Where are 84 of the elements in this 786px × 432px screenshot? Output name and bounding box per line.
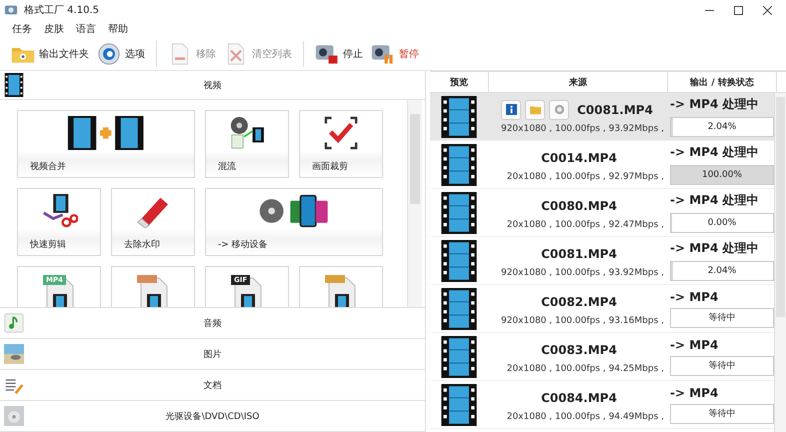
gear-icon <box>554 104 565 115</box>
file-name: C0081.MP4 <box>541 246 617 260</box>
menu-item[interactable]: 帮助 <box>108 22 128 36</box>
task-row[interactable]: C0083.MP4 20x1080 , 100.00fps , 94.25Mbps , -> MP4 等待中 <box>430 333 774 381</box>
task-row[interactable]: C0082.MP4 920x1080 , 100.00fps , 93.16Mbps , -> MP4 等待中 <box>430 285 774 333</box>
file-details: 920x1080 , 100.00fps , 93.16Mbps , <box>500 316 665 326</box>
output-format: -> MP4 <box>670 338 720 352</box>
tool-tile[interactable]: 快速剪辑 <box>17 188 101 256</box>
tool-tile[interactable]: 视频合并 <box>17 110 195 178</box>
progress-bar: 等待中 <box>670 308 774 328</box>
crop-check-icon <box>324 116 358 150</box>
task-row[interactable]: C0084.MP4 20x1080 , 100.00fps , 94.49Mbps , -> MP4 等待中 <box>430 381 774 429</box>
menu-item[interactable]: 语言 <box>76 22 96 36</box>
output-format: -> MP4 <box>670 386 720 400</box>
menu-item[interactable]: 任务 <box>12 22 32 36</box>
file-name: C0081.MP4 <box>577 102 653 116</box>
tool-tile[interactable]: -> 移动设备 <box>205 188 383 256</box>
landscape-photo-icon <box>4 342 24 366</box>
film-strip-icon <box>441 144 477 186</box>
progress-bar: 0.00% <box>670 213 774 233</box>
file-details: 20x1080 , 100.00fps , 94.25Mbps , <box>506 364 665 374</box>
output-format: -> MP4 处理中 <box>670 96 760 113</box>
tool-tile[interactable]: 画面裁剪 <box>299 110 383 178</box>
info-icon <box>506 104 517 115</box>
file-name: C0082.MP4 <box>541 294 617 308</box>
info-button[interactable] <box>501 100 522 120</box>
category-header[interactable]: 文档 <box>0 370 425 401</box>
settings-icon <box>97 43 121 65</box>
reel-and-film-icon <box>228 116 266 150</box>
folder-icon <box>530 104 541 115</box>
column-header[interactable]: 输出 / 转换状态 <box>668 72 777 92</box>
output-format: -> MP4 处理中 <box>670 192 760 209</box>
task-row[interactable]: C0080.MP4 20x1080 , 100.00fps , 92.47Mbps , -> MP4 处理中 0.00% <box>430 189 774 237</box>
scrollbar[interactable] <box>407 100 422 307</box>
film-strip-icon <box>441 288 477 330</box>
film-strip-icon <box>4 73 24 97</box>
music-note-icon <box>4 311 24 335</box>
film-strip-icon <box>441 336 477 378</box>
file-details: 920x1080 , 100.00fps , 93.92Mbps , <box>500 268 665 278</box>
menu-item[interactable]: 皮肤 <box>44 22 64 36</box>
app-icon <box>4 3 18 17</box>
file-name: C0083.MP4 <box>541 342 617 356</box>
tool-tile[interactable]: 混流 <box>205 110 289 178</box>
progress-bar: 等待中 <box>670 404 774 424</box>
film-merge-icon <box>66 116 146 150</box>
window-title: 格式工厂 4.10.5 <box>24 4 99 17</box>
column-header[interactable]: 来源 <box>489 72 668 92</box>
reel-and-phones-icon <box>258 194 330 228</box>
pause-icon <box>371 43 395 65</box>
file-name: C0014.MP4 <box>541 150 617 164</box>
progress-bar: 100.00% <box>670 165 774 185</box>
column-header[interactable]: 预览 <box>430 72 489 92</box>
tool-tile[interactable]: 去除水印 <box>111 188 195 256</box>
close-icon[interactable] <box>763 6 772 14</box>
toolbar-button[interactable]: 选项 <box>94 41 148 67</box>
file-details: 920x1080 , 100.00fps , 93.92Mbps , <box>500 124 665 134</box>
file-name: C0080.MP4 <box>541 198 617 212</box>
output-format: -> MP4 处理中 <box>670 144 760 161</box>
category-header[interactable]: 光驱设备\DVD\CD\ISO <box>0 401 425 432</box>
toolbar-button[interactable]: 输出文件夹 <box>8 41 92 67</box>
stop-icon <box>315 43 339 65</box>
task-row[interactable]: C0081.MP4 920x1080 , 100.00fps , 93.92Mbps , -> MP4 处理中 2.04% <box>430 93 774 141</box>
task-row[interactable]: C0081.MP4 920x1080 , 100.00fps , 93.92Mbps , -> MP4 处理中 2.04% <box>430 237 774 285</box>
category-header[interactable]: 视频 <box>0 71 425 100</box>
category-header[interactable]: 音频 <box>0 308 425 339</box>
maximize-icon[interactable] <box>734 6 743 14</box>
scrollbar[interactable] <box>774 93 786 432</box>
file-details: 20x1080 , 100.00fps , 92.47Mbps , <box>506 220 665 230</box>
toolbar-button[interactable]: 停止 <box>312 41 366 67</box>
file-name: C0084.MP4 <box>541 390 617 404</box>
film-strip-icon <box>441 96 477 138</box>
file-details: 20x1080 , 100.00fps , 94.49Mbps , <box>506 412 665 422</box>
toolbar-button[interactable]: 暂停 <box>368 41 422 67</box>
film-strip-icon <box>441 384 477 426</box>
task-row[interactable]: C0014.MP4 20x1080 , 100.00fps , 92.97Mbps , -> MP4 处理中 100.00% <box>430 141 774 189</box>
output-format: -> MP4 处理中 <box>670 240 760 257</box>
film-strip-icon <box>441 192 477 234</box>
progress-bar: 2.04% <box>670 117 774 137</box>
category-header[interactable]: 图片 <box>0 339 425 370</box>
file-details: 20x1080 , 100.00fps , 92.97Mbps , <box>506 172 665 182</box>
film-strip-icon <box>441 240 477 282</box>
progress-bar: 2.04% <box>670 261 774 281</box>
progress-bar: 等待中 <box>670 356 774 376</box>
output-format: -> MP4 <box>670 290 720 304</box>
